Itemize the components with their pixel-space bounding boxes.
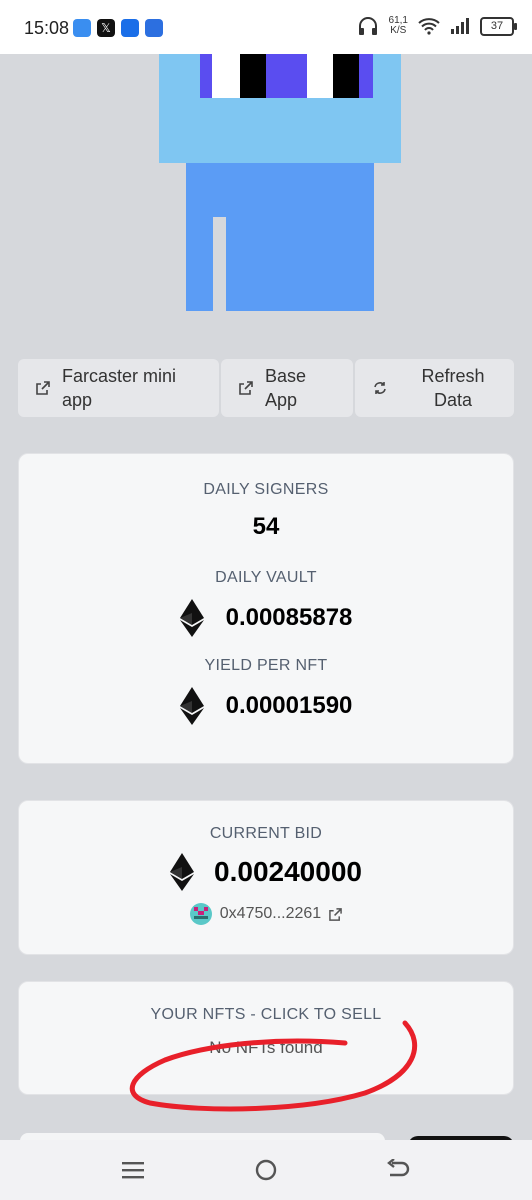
current-bid-label: CURRENT BID: [209, 825, 323, 842]
yield-per-nft-label: YIELD PER NFT: [204, 657, 328, 674]
daily-vault-label: DAILY VAULT: [215, 569, 317, 586]
current-bid-value: 0.00240000: [214, 856, 362, 887]
bidder-address: 0x4750...2261: [219, 905, 322, 922]
x-notification-icon: 𝕏: [97, 19, 115, 37]
refresh-data-label: Refresh Data: [421, 366, 485, 410]
current-bid-row: 0.00240000: [19, 853, 513, 891]
yield-per-nft-row: 0.00001590: [19, 687, 513, 725]
network-speed: 61,1 K/S: [389, 16, 408, 36]
bidder-link[interactable]: 0x4750...2261: [19, 903, 513, 925]
external-link-icon: [36, 381, 50, 395]
back-icon[interactable]: [382, 1154, 414, 1186]
ethereum-icon: [179, 599, 204, 637]
link-buttons-row: Farcaster mini app Base App Refresh Data: [18, 359, 514, 417]
home-icon[interactable]: [250, 1154, 282, 1186]
network-speed-unit: K/S: [390, 25, 407, 36]
status-bar: 15:08 𝕏 61,1 K/S 37: [0, 0, 532, 54]
status-time: 15:08: [24, 18, 70, 38]
your-nfts-card[interactable]: YOUR NFTS - CLICK TO SELL No NFTs found: [18, 981, 514, 1095]
messages-notification-icon: [73, 19, 91, 37]
stats-card: DAILY SIGNERS 54 DAILY VAULT 0.00085878 …: [18, 453, 514, 764]
daily-vault-value: 0.00085878: [225, 604, 353, 631]
ethereum-icon: [179, 687, 204, 725]
refresh-icon: [374, 382, 386, 394]
base-app-button[interactable]: Base App: [221, 359, 353, 417]
wifi-icon: [418, 18, 440, 35]
current-bid-card: CURRENT BID 0.00240000 0x4750...2261: [18, 800, 514, 955]
base-app-label: Base App: [265, 366, 307, 410]
daily-signers-label: DAILY SIGNERS: [203, 481, 329, 498]
menu-icon[interactable]: [117, 1154, 149, 1186]
daily-vault-row: 0.00085878: [19, 599, 513, 637]
ethereum-icon: [170, 853, 195, 891]
video-notification-icon: [121, 19, 139, 37]
your-nfts-label: YOUR NFTS - CLICK TO SELL: [150, 1006, 382, 1023]
no-nfts-message: No NFTs found: [209, 1038, 323, 1057]
farcaster-mini-app-label: Farcaster mini app: [62, 366, 177, 410]
browser-notification-icon: [145, 19, 163, 37]
pixel-pupil-left: [240, 54, 266, 98]
daily-signers-value: 54: [252, 513, 280, 540]
nft-pixel-art: [159, 54, 401, 312]
battery-indicator: 37: [480, 16, 517, 36]
external-link-icon: [329, 907, 343, 921]
pixel-body-gap: [213, 217, 226, 312]
refresh-data-button[interactable]: Refresh Data: [355, 359, 514, 417]
system-nav-bar: [0, 1140, 532, 1200]
signal-icon: [451, 18, 469, 34]
bidder-avatar: [189, 903, 212, 925]
farcaster-mini-app-button[interactable]: Farcaster mini app: [18, 359, 219, 417]
pixel-pupil-right: [333, 54, 359, 98]
external-link-icon: [239, 381, 253, 395]
yield-per-nft-value: 0.00001590: [225, 692, 353, 719]
headphones-icon: [358, 17, 377, 35]
